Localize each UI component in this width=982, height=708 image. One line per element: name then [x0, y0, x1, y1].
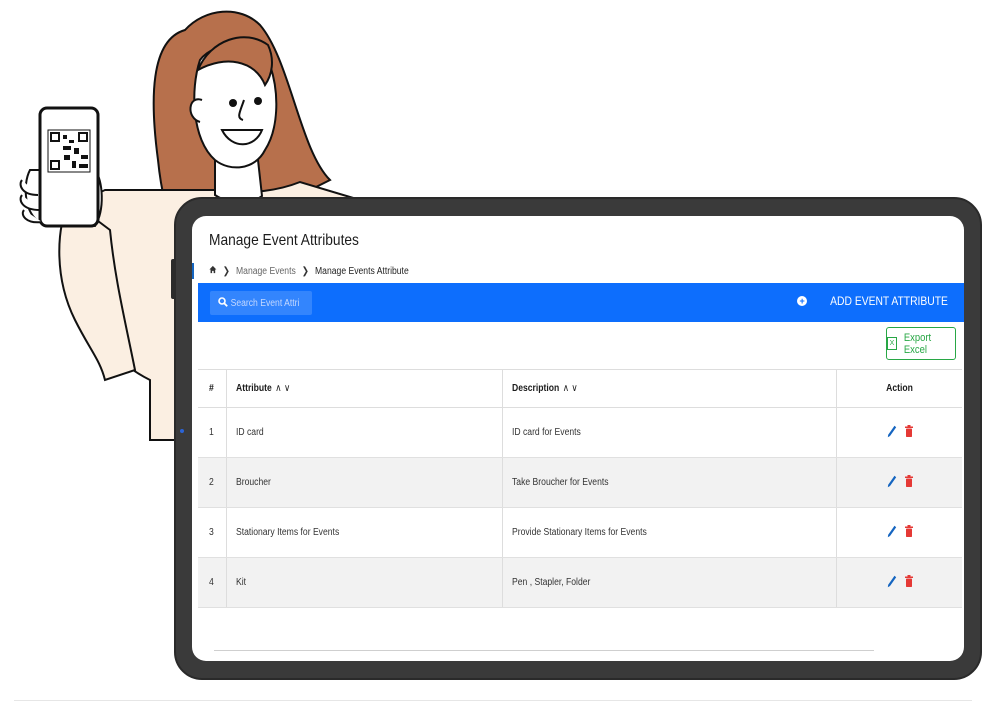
attributes-table: # Attribute ∧ ∨ Description ∧ ∨ Action 1 ID…: [198, 369, 962, 608]
cell-description: Provide Stationary Items for Events: [502, 507, 837, 558]
add-event-attribute-button[interactable]: + ADD EVENT ATTRIBUTE: [797, 294, 948, 308]
toolbar: + ADD EVENT ATTRIBUTE: [198, 283, 964, 322]
export-excel-button[interactable]: X Export Excel: [886, 327, 956, 360]
cell-description: Pen , Stapler, Folder: [502, 557, 837, 608]
sort-arrows-icon: ∧ ∨: [275, 383, 291, 394]
plus-circle-icon: +: [797, 296, 808, 306]
cell-num: 4: [198, 557, 227, 608]
add-button-label: ADD EVENT ATTRIBUTE: [830, 294, 948, 308]
cell-description: ID card for Events: [502, 407, 837, 458]
trash-icon[interactable]: [904, 475, 913, 490]
pencil-icon[interactable]: [887, 425, 897, 441]
cell-attribute: Broucher: [226, 457, 503, 508]
tablet-device: Manage Event Attributes ❯ Manage Events …: [171, 197, 982, 680]
chevron-right-icon: ❯: [222, 265, 230, 277]
page-divider: [14, 700, 972, 701]
search-box[interactable]: [210, 291, 312, 315]
chevron-right-icon: ❯: [301, 265, 310, 277]
search-icon: [218, 296, 228, 310]
table-row: 1 ID card ID card for Events: [198, 407, 962, 458]
cell-attribute: ID card: [226, 407, 503, 458]
breadcrumb: ❯ Manage Events ❯ Manage Events Attribut…: [209, 265, 409, 277]
cell-action: [836, 457, 962, 508]
table-header-row: # Attribute ∧ ∨ Description ∧ ∨ Action: [198, 369, 962, 408]
cell-num: 2: [198, 457, 227, 508]
pencil-icon[interactable]: [887, 575, 897, 591]
table-row: 4 Kit Pen , Stapler, Folder: [198, 557, 962, 608]
page-title: Manage Event Attributes: [209, 232, 359, 249]
pencil-icon[interactable]: [887, 475, 897, 491]
cell-attribute: Stationary Items for Events: [226, 507, 503, 558]
cell-num: 1: [198, 407, 227, 458]
cell-attribute: Kit: [226, 557, 503, 608]
excel-file-icon: X: [887, 337, 898, 350]
table-row: 2 Broucher Take Broucher for Events: [198, 457, 962, 508]
tablet-camera: [180, 429, 184, 433]
cell-num: 3: [198, 507, 227, 558]
header-action: Action: [836, 369, 962, 408]
table-row: 3 Stationary Items for Events Provide Stat…: [198, 507, 962, 558]
cell-action: [836, 407, 962, 458]
cell-description: Take Broucher for Events: [502, 457, 837, 508]
cell-action: [836, 507, 962, 558]
sort-arrows-icon: ∧ ∨: [562, 383, 578, 394]
app-screen: Manage Event Attributes ❯ Manage Events …: [192, 216, 964, 661]
pencil-icon[interactable]: [887, 525, 897, 541]
cell-action: [836, 557, 962, 608]
header-description[interactable]: Description ∧ ∨: [502, 369, 837, 408]
active-indicator: [192, 263, 194, 279]
tablet-side-button: [171, 259, 176, 299]
trash-icon[interactable]: [904, 525, 913, 540]
breadcrumb-current: Manage Events Attribute: [315, 265, 409, 277]
home-icon[interactable]: [209, 265, 217, 277]
export-label: Export Excel: [903, 331, 932, 356]
header-num: #: [198, 369, 227, 408]
search-input[interactable]: [228, 297, 300, 309]
trash-icon[interactable]: [904, 575, 913, 590]
header-attribute[interactable]: Attribute ∧ ∨: [226, 369, 503, 408]
trash-icon[interactable]: [904, 425, 913, 440]
bottom-divider: [214, 650, 874, 651]
qr-code-icon: [47, 129, 91, 173]
breadcrumb-manage-events[interactable]: Manage Events: [236, 266, 296, 277]
